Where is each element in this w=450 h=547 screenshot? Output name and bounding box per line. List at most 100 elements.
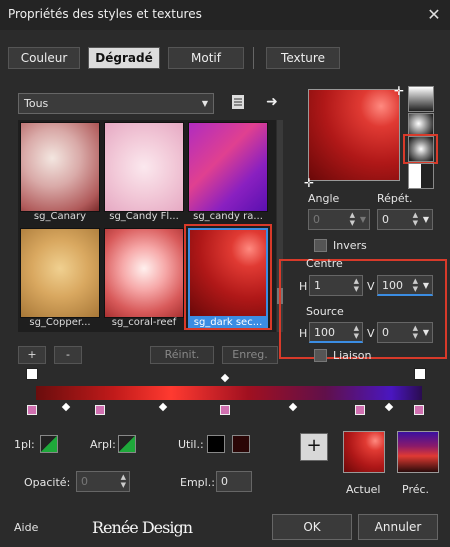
angle-label: Angle [308,192,340,205]
thumbnail-sg-coral-reef[interactable] [104,228,184,318]
spin-arrows-icon[interactable]: ▲ ▼ [413,211,418,227]
placement-field[interactable]: 0 [216,471,252,492]
color-stop[interactable] [27,405,37,415]
sunburst-style-icon[interactable] [408,163,434,189]
chevron-down-icon[interactable]: ▼ [423,210,429,229]
midpoint-marker[interactable] [61,402,71,412]
thumbnail-sg-candy-ra[interactable] [188,122,268,212]
transparency-stop-icon[interactable] [414,368,426,380]
opacity-label: Opacité: [24,476,71,489]
thumbnail-sg-canary[interactable] [20,122,100,212]
chevron-down-icon[interactable]: ▼ [423,323,429,342]
source-h-spinner[interactable]: 100 ▲ ▼ [309,322,363,343]
color-stop[interactable] [95,405,105,415]
thumbnail-sg-copper[interactable] [20,228,100,318]
chevron-down-icon: ▼ [201,99,208,108]
repeat-value: 0 [382,213,389,226]
add-gradient-button[interactable]: + [18,346,46,364]
thumbnail-sg-candy-fl[interactable] [104,122,184,212]
center-v-label: V [367,280,375,293]
save-button[interactable]: Enreg. [222,346,278,364]
util-color-dark[interactable] [232,435,250,453]
linear-style-icon[interactable] [408,86,434,112]
placement-value: 0 [221,475,228,488]
cancel-button[interactable]: Annuler [358,514,438,540]
category-value: Tous [24,97,49,110]
transparency-stop-icon[interactable] [26,368,38,380]
gradient-preview[interactable] [308,89,400,181]
source-label: Source [306,305,344,318]
previous-gradient-swatch[interactable] [397,431,439,473]
remove-gradient-button[interactable]: - [54,346,82,364]
midpoint-marker[interactable] [384,402,394,412]
repeat-spinner[interactable]: 0 ▲ ▼ ▼ [377,209,433,230]
thumbnail-label: sg_coral-reef [111,317,177,328]
link-label: Liaison [333,349,372,362]
resource-manager-icon[interactable] [229,94,247,112]
arrow-right-icon[interactable]: ➜ [263,93,281,111]
midpoint-marker[interactable] [158,402,168,412]
color-stop[interactable] [355,405,365,415]
foreground-swatch[interactable] [40,435,58,453]
util-label: Util.: [178,438,204,451]
thumbnail-label: sg_candy ra... [193,211,263,222]
thumbnail-label: sg_Candy Fl... [109,211,179,222]
ok-button[interactable]: OK [272,514,352,540]
reset-button[interactable]: Réinit. [150,346,214,364]
spin-arrows-icon[interactable]: ▲ ▼ [413,277,418,293]
center-v-spinner[interactable]: 100 ▲ ▼ ▼ [377,275,433,296]
link-checkbox[interactable] [314,349,327,362]
source-v-label: V [367,327,375,340]
current-gradient-swatch[interactable] [343,431,385,473]
midpoint-marker[interactable] [220,373,230,383]
help-link[interactable]: Aide [14,521,38,534]
radial-style-icon[interactable] [408,136,434,162]
thumbnail-label: sg_dark sec... [188,317,268,328]
invert-checkbox[interactable] [314,239,327,252]
spin-arrows-icon[interactable]: ▲ ▼ [413,324,418,340]
tab-texture[interactable]: Texture [266,47,340,69]
spin-arrows-icon[interactable]: ▲ ▼ [354,324,359,340]
center-label: Centre [306,257,343,270]
thumbnail-label: sg_Copper... [29,317,91,328]
spin-arrows-icon[interactable]: ▲ ▼ [121,473,126,489]
crosshair-icon[interactable]: ✛ [304,176,314,190]
angle-spinner[interactable]: 0 ▲ ▼ ▼ [308,209,370,230]
tab-separator [253,47,254,69]
background-swatch[interactable] [118,435,136,453]
current-label: Actuel [346,483,381,496]
util-color-black[interactable] [207,435,225,453]
center-h-label: H [299,280,308,293]
spin-arrows-icon[interactable]: ▲ ▼ [350,211,355,227]
center-h-value: 1 [314,279,321,292]
tab-degrade[interactable]: Dégradé [88,47,160,69]
previous-label: Préc. [402,483,430,496]
center-v-value: 100 [382,279,403,292]
thumbnail-label: sg_Canary [33,211,87,222]
opacity-spinner[interactable]: 0 ▲ ▼ [76,471,130,492]
crosshair-icon[interactable]: ✛ [394,84,404,98]
gradient-editor-bar[interactable] [36,386,422,400]
source-v-spinner[interactable]: 0 ▲ ▼ ▼ [377,322,433,343]
spin-arrows-icon[interactable]: ▲ ▼ [354,277,359,293]
opacity-value: 0 [81,475,88,488]
center-source-highlight [279,259,447,359]
chevron-down-icon[interactable]: ▼ [360,210,366,229]
center-h-spinner[interactable]: 1 ▲ ▼ [309,275,363,296]
color-stop[interactable] [414,405,424,415]
chevron-down-icon[interactable]: ▼ [423,276,429,295]
close-icon[interactable]: ✕ [420,2,448,28]
add-color-button[interactable]: + [300,433,328,461]
midpoint-marker[interactable] [288,402,298,412]
window-title: Propriétés des styles et textures [8,7,202,21]
color-stop[interactable] [220,405,230,415]
category-dropdown[interactable]: Tous ▼ [18,93,214,114]
thumbnail-sg-dark-sec[interactable] [188,228,268,318]
repeat-label: Répét. [377,192,413,205]
tab-couleur[interactable]: Couleur [8,47,80,69]
invert-label: Invers [333,239,367,252]
source-h-value: 100 [314,326,335,339]
angle-value: 0 [313,213,320,226]
foreground-label: 1pl: [14,438,35,451]
tab-motif[interactable]: Motif [168,47,244,69]
